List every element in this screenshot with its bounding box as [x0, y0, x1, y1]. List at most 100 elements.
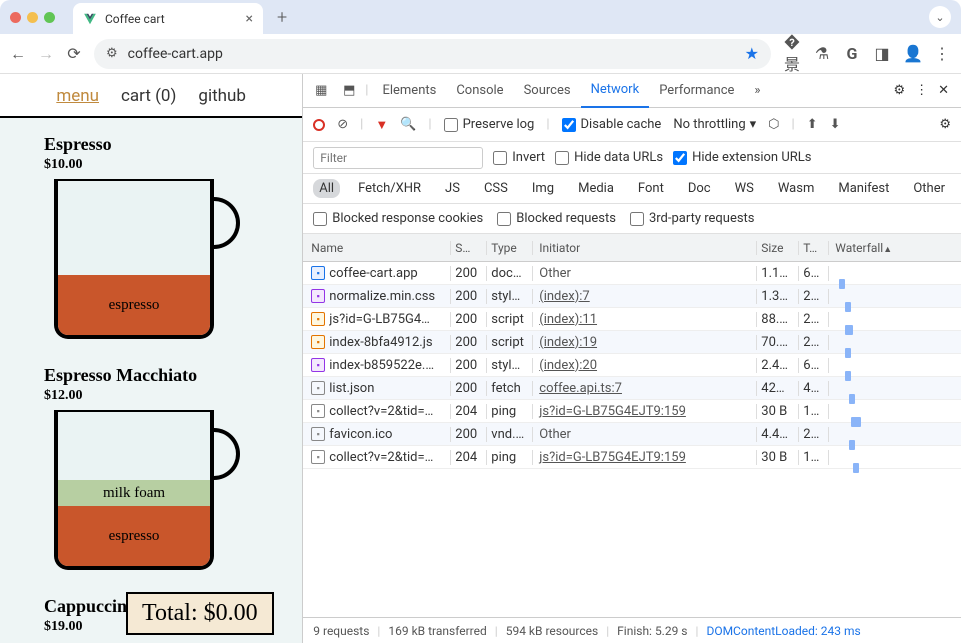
- col-type[interactable]: Type: [487, 241, 533, 255]
- type-filter-ws[interactable]: WS: [729, 179, 760, 198]
- menu-icon[interactable]: ⋮: [933, 44, 951, 63]
- device-toolbar-icon[interactable]: ⬒: [337, 83, 361, 98]
- type-filter-other[interactable]: Other: [907, 179, 951, 198]
- nav-github[interactable]: github: [198, 86, 246, 106]
- browser-tab[interactable]: Coffee cart ×: [73, 3, 263, 35]
- google-icon[interactable]: G: [843, 44, 861, 63]
- request-initiator[interactable]: (index):11: [539, 312, 597, 327]
- product-price: $12.00: [44, 388, 302, 404]
- block-filter-bar: Blocked response cookies Blocked request…: [303, 204, 961, 234]
- network-row[interactable]: ▪favicon.ico 200 vnd.… Other 4.4… 2…: [303, 423, 961, 446]
- new-tab-button[interactable]: +: [277, 7, 287, 28]
- col-waterfall[interactable]: Waterfall▲: [829, 241, 961, 255]
- request-initiator[interactable]: js?id=G-LB75G4EJT9:159: [539, 450, 686, 465]
- profile-icon[interactable]: 👤: [903, 44, 921, 63]
- sidepanel-icon[interactable]: ◨: [873, 44, 891, 63]
- clear-button[interactable]: ⊘: [337, 117, 348, 132]
- network-row[interactable]: ▪index-8bfa4912.js 200 script (index):19…: [303, 331, 961, 354]
- download-har-icon[interactable]: ⬇: [830, 117, 841, 132]
- type-filter-css[interactable]: CSS: [478, 179, 514, 198]
- request-initiator[interactable]: (index):7: [539, 289, 589, 304]
- type-filter-fetch-xhr[interactable]: Fetch/XHR: [352, 179, 427, 198]
- search-icon[interactable]: 🔍: [400, 117, 416, 132]
- filter-input[interactable]: [313, 147, 483, 169]
- upload-har-icon[interactable]: ⬆: [807, 117, 818, 132]
- third-party-checkbox[interactable]: 3rd-party requests: [630, 211, 755, 226]
- blocked-requests-checkbox[interactable]: Blocked requests: [497, 211, 616, 226]
- network-row[interactable]: ▪index-b859522e.… 200 styl… (index):20 2…: [303, 354, 961, 377]
- disable-cache-checkbox[interactable]: Disable cache: [562, 117, 662, 132]
- product-card[interactable]: Espresso$10.00espresso: [0, 118, 302, 349]
- reload-button[interactable]: ⟳: [66, 44, 82, 63]
- product-card[interactable]: Espresso Macchiato$12.00milk foamespress…: [0, 349, 302, 580]
- extensions-icon[interactable]: �景: [783, 32, 801, 75]
- nav-menu[interactable]: menu: [56, 86, 99, 106]
- devtools-tab-console[interactable]: Console: [446, 74, 513, 108]
- back-button[interactable]: ←: [10, 44, 26, 64]
- request-type: script: [487, 312, 533, 327]
- request-status: 200: [451, 381, 487, 396]
- nav-cart[interactable]: cart (0): [121, 86, 176, 106]
- labs-icon[interactable]: ⚗: [813, 44, 831, 63]
- type-filter-js[interactable]: JS: [439, 179, 466, 198]
- site-settings-icon[interactable]: ⚙: [106, 46, 118, 61]
- site-nav: menu cart (0) github: [0, 74, 302, 118]
- devtools-panel: ▦ ⬒ | ElementsConsoleSourcesNetworkPerfo…: [303, 74, 961, 643]
- bookmark-star-icon[interactable]: ★: [745, 44, 759, 63]
- request-initiator[interactable]: (index):19: [539, 335, 597, 350]
- type-filter-all[interactable]: All: [313, 179, 340, 198]
- filter-toggle-icon[interactable]: ▼: [375, 117, 388, 133]
- col-time[interactable]: T…: [799, 241, 829, 255]
- inspect-icon[interactable]: ▦: [309, 83, 333, 98]
- type-filter-manifest[interactable]: Manifest: [832, 179, 895, 198]
- type-filter-wasm[interactable]: Wasm: [772, 179, 821, 198]
- record-button[interactable]: [313, 119, 325, 131]
- settings-icon[interactable]: ⚙: [893, 83, 905, 98]
- kebab-icon[interactable]: ⋮: [915, 83, 928, 98]
- network-settings-icon[interactable]: ⚙: [939, 117, 951, 132]
- request-time: 1…: [799, 450, 829, 465]
- minimize-window-icon[interactable]: [27, 12, 38, 23]
- type-filter-img[interactable]: Img: [526, 179, 560, 198]
- col-initiator[interactable]: Initiator: [533, 241, 757, 255]
- col-size[interactable]: Size: [757, 241, 799, 255]
- col-name[interactable]: Name: [303, 241, 451, 255]
- network-row[interactable]: ▪collect?v=2&tid=… 204 ping js?id=G-LB75…: [303, 400, 961, 423]
- request-initiator[interactable]: coffee.api.ts:7: [539, 381, 622, 396]
- tabs-dropdown-icon[interactable]: ⌄: [929, 6, 951, 28]
- request-type: script: [487, 335, 533, 350]
- network-conditions-icon[interactable]: ⬡: [768, 117, 779, 132]
- blocked-cookies-checkbox[interactable]: Blocked response cookies: [313, 211, 483, 226]
- devtools-tab-performance[interactable]: Performance: [649, 74, 744, 108]
- close-tab-icon[interactable]: ×: [246, 11, 253, 27]
- request-initiator[interactable]: (index):20: [539, 358, 597, 373]
- throttling-select[interactable]: No throttling▾: [673, 117, 756, 132]
- network-row[interactable]: ▪list.json 200 fetch coffee.api.ts:7 42……: [303, 377, 961, 400]
- devtools-tab-sources[interactable]: Sources: [514, 74, 581, 108]
- network-row[interactable]: ▪coffee-cart.app 200 doc… Other 1.1… 6…: [303, 262, 961, 285]
- network-row[interactable]: ▪js?id=G-LB75G4… 200 script (index):11 8…: [303, 308, 961, 331]
- window-controls: [10, 12, 55, 23]
- devtools-tab-elements[interactable]: Elements: [372, 74, 446, 108]
- devtools-tab-network[interactable]: Network: [581, 74, 650, 108]
- network-row[interactable]: ▪collect?v=2&tid=… 204 ping js?id=G-LB75…: [303, 446, 961, 469]
- more-tabs-icon[interactable]: »: [748, 83, 766, 98]
- url-bar[interactable]: ⚙ coffee-cart.app ★: [94, 39, 771, 69]
- type-filter-font[interactable]: Font: [632, 179, 670, 198]
- type-filter-doc[interactable]: Doc: [682, 179, 717, 198]
- request-initiator[interactable]: js?id=G-LB75G4EJT9:159: [539, 404, 686, 419]
- col-status[interactable]: S…: [451, 241, 487, 255]
- hide-extension-urls-checkbox[interactable]: Hide extension URLs: [673, 150, 811, 165]
- request-time: 4…: [799, 381, 829, 396]
- preserve-log-checkbox[interactable]: Preserve log: [444, 117, 535, 132]
- type-filter-media[interactable]: Media: [572, 179, 620, 198]
- network-row[interactable]: ▪normalize.min.css 200 styl… (index):7 1…: [303, 285, 961, 308]
- invert-checkbox[interactable]: Invert: [493, 150, 545, 165]
- close-window-icon[interactable]: [10, 12, 21, 23]
- cart-total[interactable]: Total: $0.00: [126, 592, 274, 635]
- maximize-window-icon[interactable]: [44, 12, 55, 23]
- file-type-icon: ▪: [311, 427, 325, 441]
- product-price: $10.00: [44, 157, 302, 173]
- close-devtools-icon[interactable]: ✕: [938, 83, 949, 98]
- hide-data-urls-checkbox[interactable]: Hide data URLs: [555, 150, 663, 165]
